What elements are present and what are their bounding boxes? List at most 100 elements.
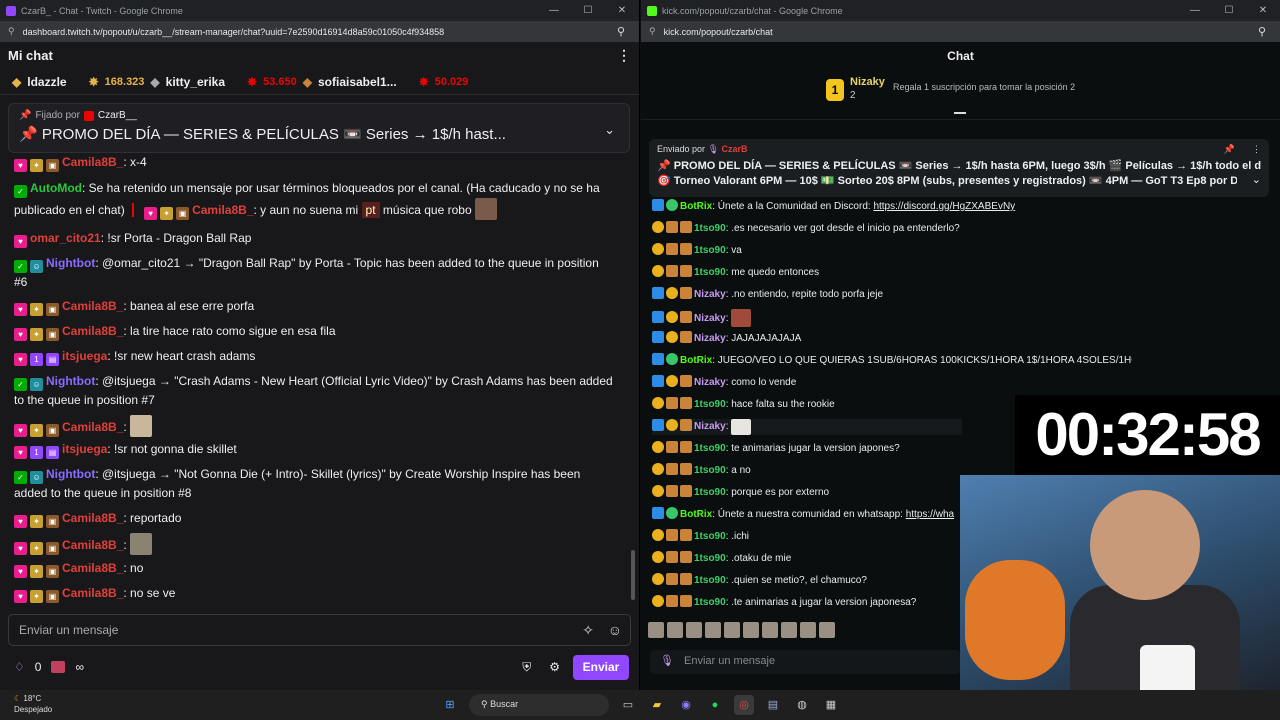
party-popper-icon[interactable]: ✧ <box>582 622 594 639</box>
sub-badge-icon: ♥ <box>14 446 27 459</box>
emote-image[interactable] <box>705 622 721 638</box>
chat-username[interactable]: 1tso90 <box>694 487 726 498</box>
close-icon[interactable]: ✕ <box>1246 5 1280 16</box>
emote-image[interactable] <box>648 622 664 638</box>
leader-name[interactable]: kitty_erika <box>166 75 225 89</box>
chat-username[interactable]: Camila8B_ <box>62 324 123 338</box>
emote-image[interactable] <box>819 622 835 638</box>
kick-address-bar[interactable]: ⚲ kick.com/popout/czarb/chat ⚲ <box>641 21 1280 42</box>
chat-username[interactable]: 1tso90 <box>694 465 726 476</box>
chevron-down-icon[interactable]: ⌄ <box>1252 173 1261 186</box>
chat-username[interactable]: Camila8B_ <box>192 203 253 217</box>
mod-badge-icon <box>652 311 664 323</box>
chat-username[interactable]: Nizaky <box>694 289 726 300</box>
collapse-handle[interactable] <box>954 112 966 114</box>
taskbar-search[interactable]: ⚲ Buscar <box>469 694 609 716</box>
leader-name[interactable]: ldazzle <box>27 75 66 89</box>
chat-username[interactable]: Nightbot <box>46 467 95 481</box>
pinned-message[interactable]: 📌 Fijado por CzarB__ 📌 PROMO DEL DÍA — SER… <box>8 103 630 153</box>
top-gifter-name[interactable]: Nizaky <box>850 76 885 88</box>
verified-badge-icon <box>666 353 678 365</box>
task-view-icon[interactable]: ▭ <box>618 695 638 715</box>
emote-image[interactable] <box>800 622 816 638</box>
spotify-icon[interactable]: ● <box>705 695 725 715</box>
emote-image[interactable] <box>686 622 702 638</box>
moderator-badge-icon: ✓ <box>14 260 27 273</box>
zoom-icon[interactable]: ⚲ <box>1258 25 1266 38</box>
chat-username[interactable]: omar_cito21 <box>30 231 101 245</box>
channel-points-icon[interactable]: ♢ <box>14 660 25 674</box>
chat-username[interactable]: Nightbot <box>46 374 95 388</box>
chat-username[interactable]: Camila8B_ <box>62 538 123 552</box>
chat-username[interactable]: 1tso90 <box>694 575 726 586</box>
chat-username[interactable]: Nizaky <box>694 377 726 388</box>
chat-username[interactable]: Camila8B_ <box>62 299 123 313</box>
gift-cta[interactable]: Regala 1 suscripción para tomar la posic… <box>893 82 1075 92</box>
close-icon[interactable]: ✕ <box>605 5 639 16</box>
chat-text: : como lo vende <box>725 377 797 388</box>
chat-username[interactable]: BotRix <box>680 509 712 520</box>
chat-username[interactable]: 1tso90 <box>694 399 726 410</box>
emote-image[interactable] <box>781 622 797 638</box>
calculator-icon[interactable]: ▦ <box>821 695 841 715</box>
chat-username[interactable]: 1tso90 <box>694 597 726 608</box>
chat-username[interactable]: Camila8B_ <box>62 511 123 525</box>
discord-icon[interactable]: ◉ <box>676 695 696 715</box>
chat-username[interactable]: itsjuega <box>62 442 107 456</box>
gift-badge-icon: ✦ <box>30 424 43 437</box>
bits-icon[interactable] <box>51 661 66 673</box>
chat-username[interactable]: Camila8B_ <box>62 155 123 169</box>
chrome-icon[interactable]: ◎ <box>734 695 754 715</box>
chat-username[interactable]: itsjuega <box>62 349 107 363</box>
twitch-address-bar[interactable]: ⚲ dashboard.twitch.tv/popout/u/czarb__/s… <box>0 21 639 42</box>
chat-username[interactable]: 1tso90 <box>694 267 726 278</box>
send-button[interactable]: Enviar <box>573 655 629 680</box>
maximize-icon[interactable]: ☐ <box>1212 5 1246 16</box>
chat-username[interactable]: 1tso90 <box>694 245 726 256</box>
chat-username[interactable]: Nizaky <box>694 313 726 324</box>
emote-image[interactable] <box>724 622 740 638</box>
maximize-icon[interactable]: ☐ <box>571 5 605 16</box>
chat-input[interactable]: Enviar un mensaje ✧ ☺ <box>8 614 631 646</box>
emoji-icon[interactable]: ☺ <box>608 622 622 638</box>
chat-username[interactable]: BotRix <box>680 201 712 212</box>
chat-link[interactable]: https://discord.gg/HgZXABEvNy <box>873 201 1015 212</box>
emote-image[interactable] <box>743 622 759 638</box>
emote-image[interactable] <box>762 622 778 638</box>
chat-username[interactable]: 1tso90 <box>694 531 726 542</box>
file-explorer-icon[interactable]: ▰ <box>647 695 667 715</box>
gear-icon[interactable]: ⚙ <box>549 660 560 674</box>
zoom-icon[interactable]: ⚲ <box>617 25 625 38</box>
notepad-icon[interactable]: ▤ <box>763 695 783 715</box>
minimize-icon[interactable]: — <box>537 5 571 16</box>
chat-username[interactable]: Nightbot <box>46 256 95 270</box>
obs-icon[interactable]: ◍ <box>792 695 812 715</box>
minimize-icon[interactable]: — <box>1178 5 1212 16</box>
weather-widget[interactable]: ☾ 18°C Despejado <box>14 693 52 715</box>
chat-username[interactable]: Camila8B_ <box>62 586 123 600</box>
more-icon[interactable]: ⋮ <box>1252 144 1261 155</box>
chevron-down-icon[interactable]: ⌄ <box>604 122 615 138</box>
emote-image[interactable] <box>667 622 683 638</box>
pinned-user[interactable]: CzarB <box>722 144 748 154</box>
leader-name[interactable]: sofiaisabel1... <box>318 75 397 89</box>
chat-username[interactable]: Nizaky <box>694 421 726 432</box>
chat-username[interactable]: Camila8B_ <box>62 420 123 434</box>
chat-username[interactable]: BotRix <box>680 355 712 366</box>
chat-username[interactable]: 1tso90 <box>694 223 726 234</box>
site-info-icon[interactable]: ⚲ <box>649 26 656 37</box>
pin-icon[interactable]: 📌 <box>1224 144 1235 155</box>
site-info-icon[interactable]: ⚲ <box>8 26 15 37</box>
chat-username[interactable]: 1tso90 <box>694 553 726 564</box>
shield-icon[interactable]: ⛨ <box>522 660 531 675</box>
chat-username[interactable]: Nizaky <box>694 333 726 344</box>
chat-scrollbar[interactable] <box>631 550 635 600</box>
chat-username[interactable]: 1tso90 <box>694 443 726 454</box>
chat-username[interactable]: AutoMod <box>30 181 82 195</box>
chat-menu-icon[interactable]: ⋮ <box>617 47 631 64</box>
kick-chat-input[interactable]: 🎙 Enviar un mensaje <box>650 650 960 674</box>
start-icon[interactable]: ⊞ <box>440 695 460 715</box>
kick-pinned-message[interactable]: Enviado por 🎙 CzarB 📌 ⋮ 📌 PROMO DEL DÍA — … <box>649 139 1269 197</box>
chat-link[interactable]: https://wha <box>906 509 954 520</box>
chat-username[interactable]: Camila8B_ <box>62 561 123 575</box>
